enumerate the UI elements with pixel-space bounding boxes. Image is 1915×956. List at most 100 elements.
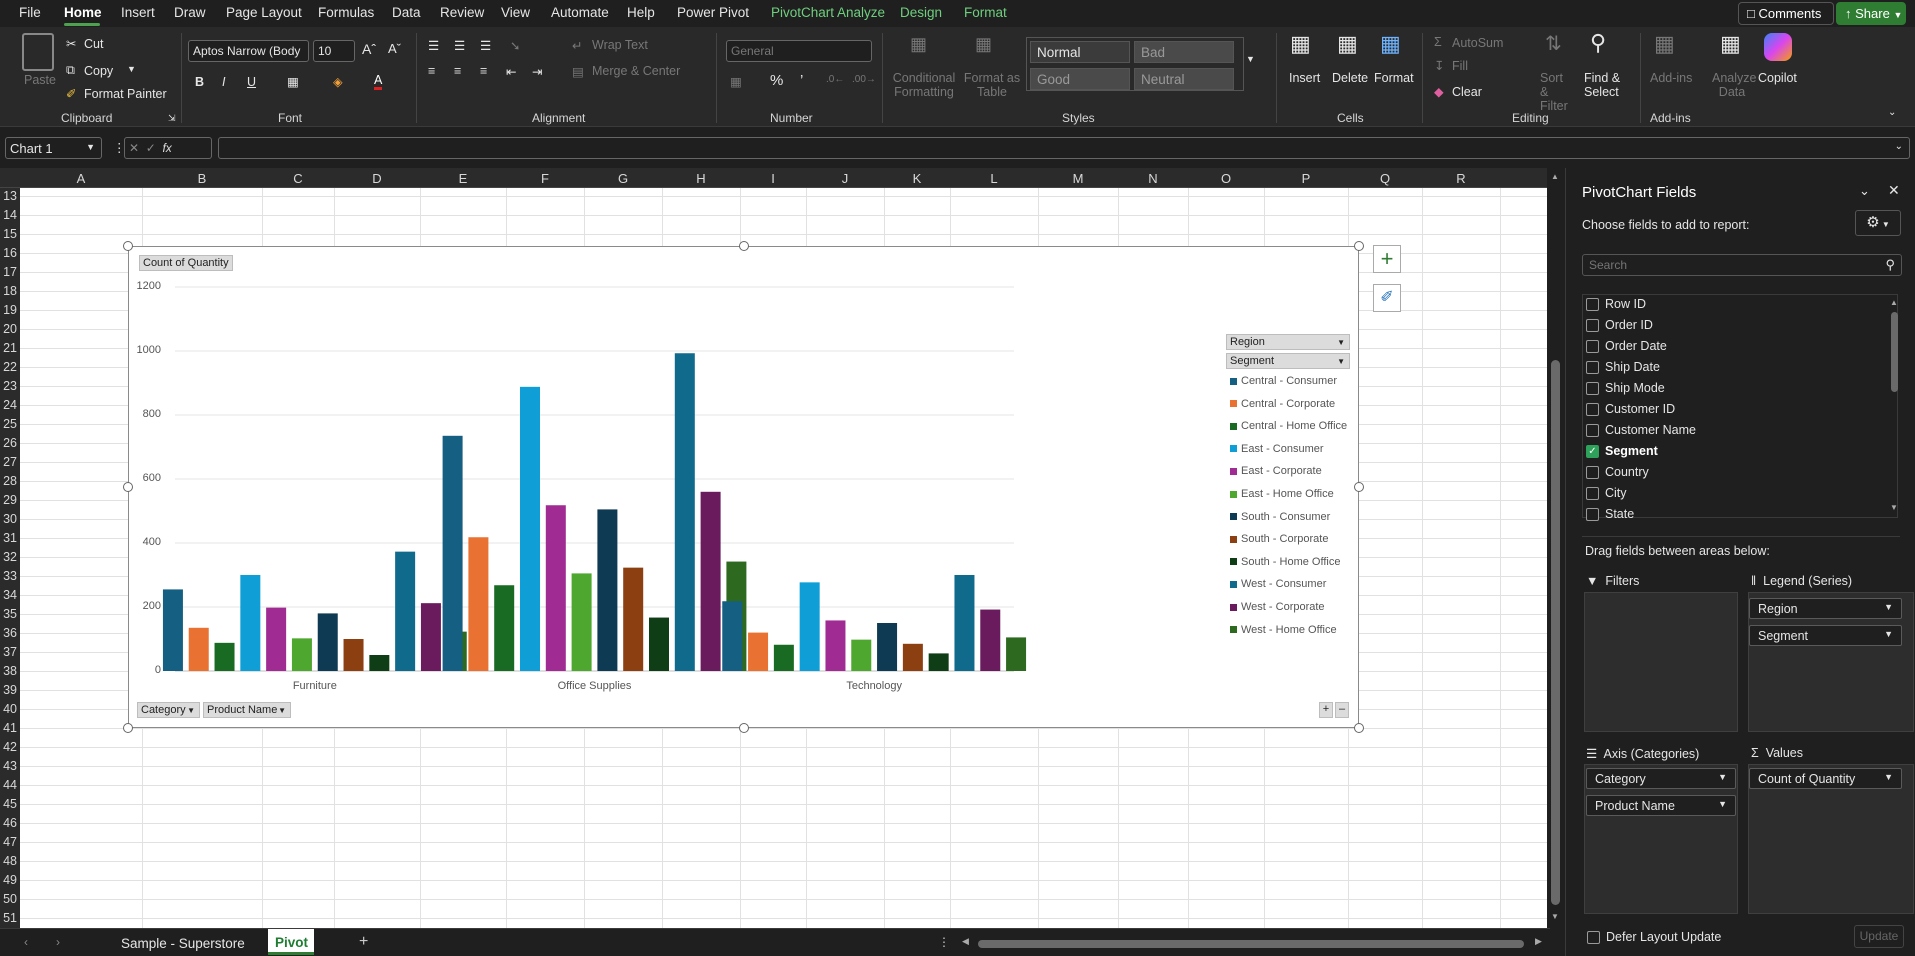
checkbox-icon[interactable] (1586, 382, 1599, 396)
align-left-icon[interactable]: ≡ (428, 64, 435, 78)
comma-style-icon[interactable]: ’ (800, 72, 803, 89)
bar[interactable] (597, 509, 618, 671)
field-item[interactable]: Order ID (1586, 318, 1653, 333)
align-top-icon[interactable]: ☰ (428, 38, 439, 53)
bar[interactable] (266, 607, 287, 671)
scroll-left-icon[interactable]: ◀ (962, 936, 969, 947)
sheet-tab-sample-superstore[interactable]: Sample - Superstore (121, 936, 245, 951)
tab-automate[interactable]: Automate (551, 5, 609, 20)
legend-filter-segment[interactable]: Segment ▼ (1226, 353, 1350, 369)
row-header[interactable]: 24 (0, 398, 20, 412)
field-item[interactable]: Row ID (1586, 297, 1646, 312)
row-header[interactable]: 36 (0, 626, 20, 640)
autosum-button[interactable]: AutoSum (1452, 36, 1503, 50)
bar[interactable] (162, 589, 183, 671)
underline-button[interactable]: U (247, 75, 256, 89)
legend-entry[interactable]: East - Corporate (1230, 465, 1322, 477)
row-header[interactable]: 17 (0, 265, 20, 279)
row-header[interactable]: 34 (0, 588, 20, 602)
pane-options-icon[interactable]: ⌄ (1859, 183, 1870, 199)
checkbox-icon[interactable] (1586, 340, 1599, 354)
column-header[interactable]: O (1188, 171, 1264, 186)
column-header[interactable]: A (20, 171, 142, 186)
row-header[interactable]: 28 (0, 474, 20, 488)
row-header[interactable]: 44 (0, 778, 20, 792)
row-header[interactable]: 16 (0, 246, 20, 260)
column-header[interactable]: D (334, 171, 420, 186)
row-header[interactable]: 27 (0, 455, 20, 469)
number-format-select[interactable]: General (726, 40, 872, 62)
scrollbar-thumb[interactable] (1551, 360, 1560, 905)
align-middle-icon[interactable]: ☰ (454, 38, 465, 53)
tab-formulas[interactable]: Formulas (318, 5, 374, 20)
legend-entry[interactable]: East - Home Office (1230, 488, 1334, 500)
increase-decimal-icon[interactable]: .0← (826, 74, 844, 85)
format-painter-button[interactable]: Format Painter (84, 87, 167, 101)
field-item[interactable]: State (1586, 507, 1634, 522)
format-cells-button[interactable]: Format (1374, 71, 1414, 85)
row-header[interactable]: 15 (0, 227, 20, 241)
row-header[interactable]: 14 (0, 208, 20, 222)
values-chip-count-of-quantity[interactable]: Count of Quantity ▼ (1749, 768, 1902, 789)
name-box[interactable]: Chart 1 ▼ (5, 137, 102, 159)
axis-filter-product-name[interactable]: Product Name ▼ (203, 702, 291, 718)
comments-button[interactable]: □ Comments (1738, 2, 1834, 25)
scroll-right-icon[interactable]: ▶ (1535, 936, 1542, 947)
row-header[interactable]: 13 (0, 189, 20, 203)
bar[interactable] (343, 639, 364, 671)
tab-design[interactable]: Design (900, 5, 942, 20)
field-item[interactable]: Customer Name (1586, 423, 1696, 438)
scroll-down-icon[interactable]: ▼ (1551, 912, 1559, 921)
align-bottom-icon[interactable]: ☰ (480, 38, 491, 53)
collapse-ribbon-icon[interactable]: ⌄ (1888, 107, 1896, 118)
bar[interactable] (317, 613, 338, 671)
legend-entry[interactable]: Central - Consumer (1230, 375, 1337, 387)
tab-insert[interactable]: Insert (121, 5, 155, 20)
field-search-box[interactable]: ⚲ (1582, 254, 1902, 276)
row-header[interactable]: 51 (0, 911, 20, 925)
legend-entry[interactable]: South - Corporate (1230, 533, 1328, 545)
row-header[interactable]: 30 (0, 512, 20, 526)
insert-cells-button[interactable]: Insert (1289, 71, 1320, 85)
bar[interactable] (369, 655, 390, 671)
bar[interactable] (214, 642, 235, 671)
paste-button[interactable]: Paste (24, 73, 56, 87)
field-item[interactable]: Customer ID (1586, 402, 1675, 417)
chevron-down-icon[interactable]: ▼ (127, 64, 136, 74)
filters-area[interactable] (1584, 592, 1738, 732)
percent-style-icon[interactable]: % (770, 72, 783, 89)
conditional-formatting-button[interactable]: Conditional Formatting (890, 71, 958, 99)
gear-icon[interactable]: ⚙ ▼ (1855, 210, 1901, 236)
cut-button[interactable]: Cut (84, 37, 103, 51)
checkbox-icon[interactable] (1586, 424, 1599, 438)
bar[interactable] (799, 582, 820, 671)
resize-handle[interactable] (123, 482, 133, 492)
bar[interactable] (722, 601, 743, 671)
row-header[interactable]: 31 (0, 531, 20, 545)
resize-handle[interactable] (1354, 241, 1364, 251)
fill-button[interactable]: Fill (1452, 59, 1468, 73)
insert-function-icon[interactable]: fx (162, 141, 171, 155)
bar[interactable] (674, 353, 695, 671)
bar[interactable] (545, 505, 566, 671)
column-header[interactable]: B (142, 171, 262, 186)
formula-input[interactable]: ⌄ (218, 137, 1910, 159)
column-header[interactable]: C (262, 171, 334, 186)
field-item[interactable]: ✓ Segment (1586, 444, 1658, 459)
bar[interactable] (748, 632, 769, 671)
merge-center-button[interactable]: Merge & Center (592, 64, 680, 78)
scroll-down-icon[interactable]: ▼ (1890, 503, 1898, 512)
bar[interactable] (902, 643, 923, 671)
row-header[interactable]: 35 (0, 607, 20, 621)
tab-review[interactable]: Review (440, 5, 484, 20)
wrap-text-button[interactable]: Wrap Text (592, 38, 648, 52)
style-neutral[interactable]: Neutral (1134, 68, 1234, 90)
row-header[interactable]: 26 (0, 436, 20, 450)
row-header[interactable]: 29 (0, 493, 20, 507)
tab-view[interactable]: View (501, 5, 530, 20)
chart-styles-button[interactable]: ✐ (1373, 284, 1401, 312)
row-header[interactable]: 20 (0, 322, 20, 336)
row-header[interactable]: 42 (0, 740, 20, 754)
bar[interactable] (700, 491, 721, 671)
row-header[interactable]: 50 (0, 892, 20, 906)
